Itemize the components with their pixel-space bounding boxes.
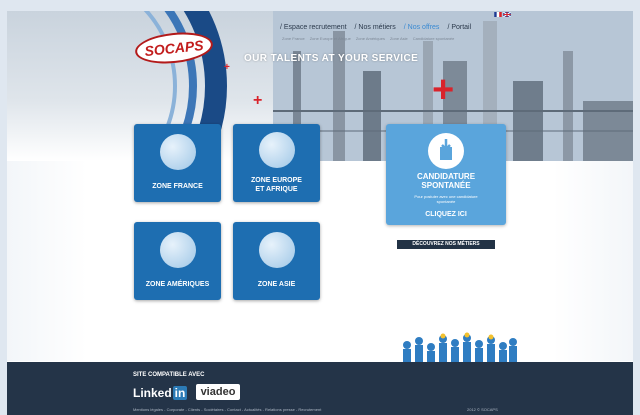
decouvrez-metiers-button[interactable]: DÉCOUVREZ NOS MÉTIERS — [397, 240, 495, 249]
candidature-description: Pour postuler avec une candidature spont… — [414, 194, 478, 204]
left-panel-edge — [7, 161, 87, 361]
red-cross-decoration: + — [224, 62, 230, 73]
sub-navigation: Zone France Zone Europe et Afrique Zone … — [282, 36, 454, 41]
linkedin-logo[interactable]: Linked in — [133, 386, 188, 400]
zone-ameriques-label: ZONE AMÉRIQUES — [145, 281, 210, 288]
nav-item-portail[interactable]: / Portail — [447, 24, 471, 31]
nav-item-metiers[interactable]: / Nos métiers — [355, 24, 396, 31]
candidature-title: CANDIDATURE SPONTANÉE — [416, 172, 476, 190]
en-flag-icon[interactable] — [503, 12, 511, 17]
cliquez-ici-link[interactable]: CLIQUEZ ICI — [386, 211, 506, 218]
subnav-item[interactable]: Zone France — [282, 36, 305, 41]
globe-americas-icon — [159, 232, 196, 268]
zone-europe-afrique-label: ZONE EUROPE ET AFRIQUE — [251, 177, 302, 193]
compat-label: SITE COMPATIBLE AVEC — [133, 372, 205, 378]
red-cross-decoration: + — [253, 92, 263, 109]
subnav-item[interactable]: Zone Asie — [390, 36, 408, 41]
zone-europe-afrique-tile[interactable]: ZONE EUROPE ET AFRIQUE — [233, 124, 320, 202]
tagline: OUR TALENTS AT YOUR SERVICE — [244, 53, 419, 64]
nav-item-recrutement[interactable]: / Espace recrutement — [280, 24, 347, 31]
zone-ameriques-tile[interactable]: ZONE AMÉRIQUES — [134, 222, 221, 300]
globe-africa-icon — [258, 132, 295, 168]
footer: SITE COMPATIBLE AVEC Linked in viadeo Men… — [7, 362, 633, 415]
header-banner: SOCAPS OUR TALENTS AT YOUR SERVICE + + +… — [7, 11, 633, 161]
red-cross-decoration: + — [432, 69, 455, 111]
document-download-icon — [428, 133, 464, 169]
copyright-text: 2012 © SOCAPS — [467, 407, 498, 412]
top-navigation: / Espace recrutement / Nos métiers / Nos… — [280, 24, 471, 31]
zone-asie-label: ZONE ASIE — [257, 281, 296, 288]
fr-flag-icon[interactable] — [494, 12, 502, 17]
zone-asie-tile[interactable]: ZONE ASIE — [233, 222, 320, 300]
nav-item-offres[interactable]: / Nos offres — [404, 24, 440, 31]
zone-france-tile[interactable]: ZONE FRANCE — [134, 124, 221, 202]
globe-asia-icon — [258, 232, 295, 268]
candidature-spontanee-card[interactable]: CANDIDATURE SPONTANÉE Pour postuler avec… — [386, 124, 506, 225]
subnav-item[interactable]: Candidature spontanée — [413, 36, 455, 41]
right-panel-edge — [553, 161, 633, 361]
footer-links[interactable]: Mentions légales - Corporate - Clients -… — [133, 407, 321, 412]
zone-france-label: ZONE FRANCE — [152, 183, 203, 190]
viadeo-logo[interactable]: viadeo — [196, 384, 240, 400]
subnav-item[interactable]: Zone Amériques — [356, 36, 385, 41]
globe-europe-icon — [159, 134, 196, 170]
subnav-item[interactable]: Zone Europe et Afrique — [310, 36, 351, 41]
language-switcher — [494, 12, 511, 17]
page-frame: SOCAPS OUR TALENTS AT YOUR SERVICE + + +… — [7, 11, 633, 415]
